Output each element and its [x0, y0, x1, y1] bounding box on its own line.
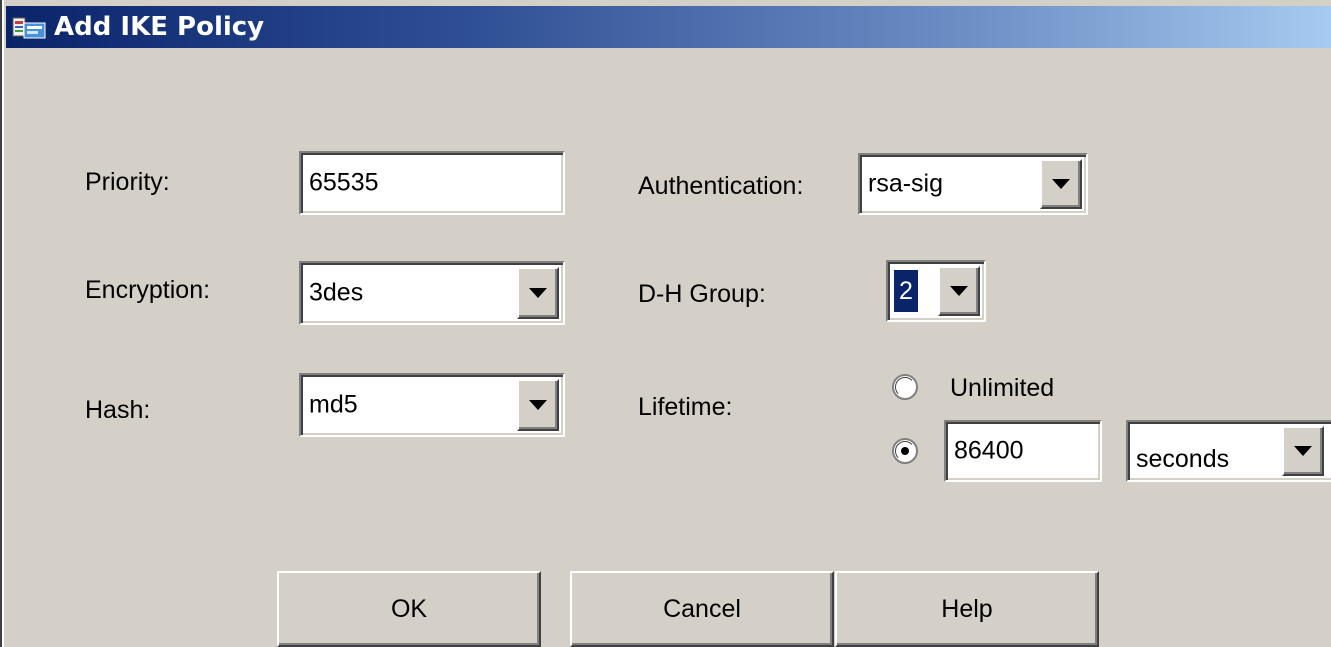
hash-label: Hash:	[85, 396, 151, 424]
hash-dropdown-button[interactable]	[517, 379, 559, 431]
hash-value: md5	[309, 390, 358, 419]
authentication-dropdown-button[interactable]	[1040, 159, 1082, 209]
chevron-down-icon	[1052, 179, 1070, 189]
dh-group-select[interactable]: 2	[886, 260, 986, 322]
lifetime-unit-dropdown-button[interactable]	[1282, 426, 1324, 476]
chevron-down-icon	[1294, 446, 1312, 456]
encryption-dropdown-button[interactable]	[517, 267, 559, 319]
dh-group-value: 2	[894, 270, 918, 312]
ok-button[interactable]: OK	[277, 571, 541, 647]
hash-select[interactable]: md5	[299, 373, 565, 437]
radio-dot-icon	[901, 447, 909, 455]
priority-input[interactable]: 65535	[299, 151, 565, 215]
authentication-label: Authentication:	[638, 172, 804, 200]
help-button[interactable]: Help	[835, 571, 1099, 647]
chevron-down-icon	[529, 400, 547, 410]
app-icon	[12, 17, 46, 39]
lifetime-value: 86400	[954, 436, 1024, 465]
authentication-value: rsa-sig	[868, 169, 944, 198]
encryption-value: 3des	[309, 278, 364, 307]
lifetime-value-input[interactable]: 86400	[944, 420, 1102, 482]
add-ike-policy-dialog: Add IKE Policy Priority: Encryption: Has…	[0, 0, 1331, 647]
priority-label: Priority:	[85, 168, 170, 196]
dialog-title: Add IKE Policy	[54, 12, 265, 42]
lifetime-unit-value: seconds	[1136, 445, 1230, 473]
dh-group-label: D-H Group:	[638, 280, 766, 308]
encryption-select[interactable]: 3des	[299, 261, 565, 325]
title-bar[interactable]: Add IKE Policy	[6, 6, 1331, 48]
chevron-down-icon	[950, 286, 968, 296]
lifetime-value-radio[interactable]	[892, 438, 918, 464]
encryption-label: Encryption:	[85, 276, 211, 304]
chevron-down-icon	[529, 288, 547, 298]
authentication-select[interactable]: rsa-sig	[858, 153, 1088, 215]
window-frame	[0, 0, 6, 647]
dh-group-dropdown-button[interactable]	[938, 266, 980, 316]
lifetime-unit-select[interactable]: seconds	[1126, 420, 1331, 482]
lifetime-unlimited-label[interactable]: Unlimited	[950, 373, 1054, 403]
cancel-button[interactable]: Cancel	[570, 571, 834, 647]
lifetime-unlimited-radio[interactable]	[892, 374, 918, 400]
lifetime-label: Lifetime:	[638, 393, 733, 421]
priority-value: 65535	[309, 168, 379, 197]
